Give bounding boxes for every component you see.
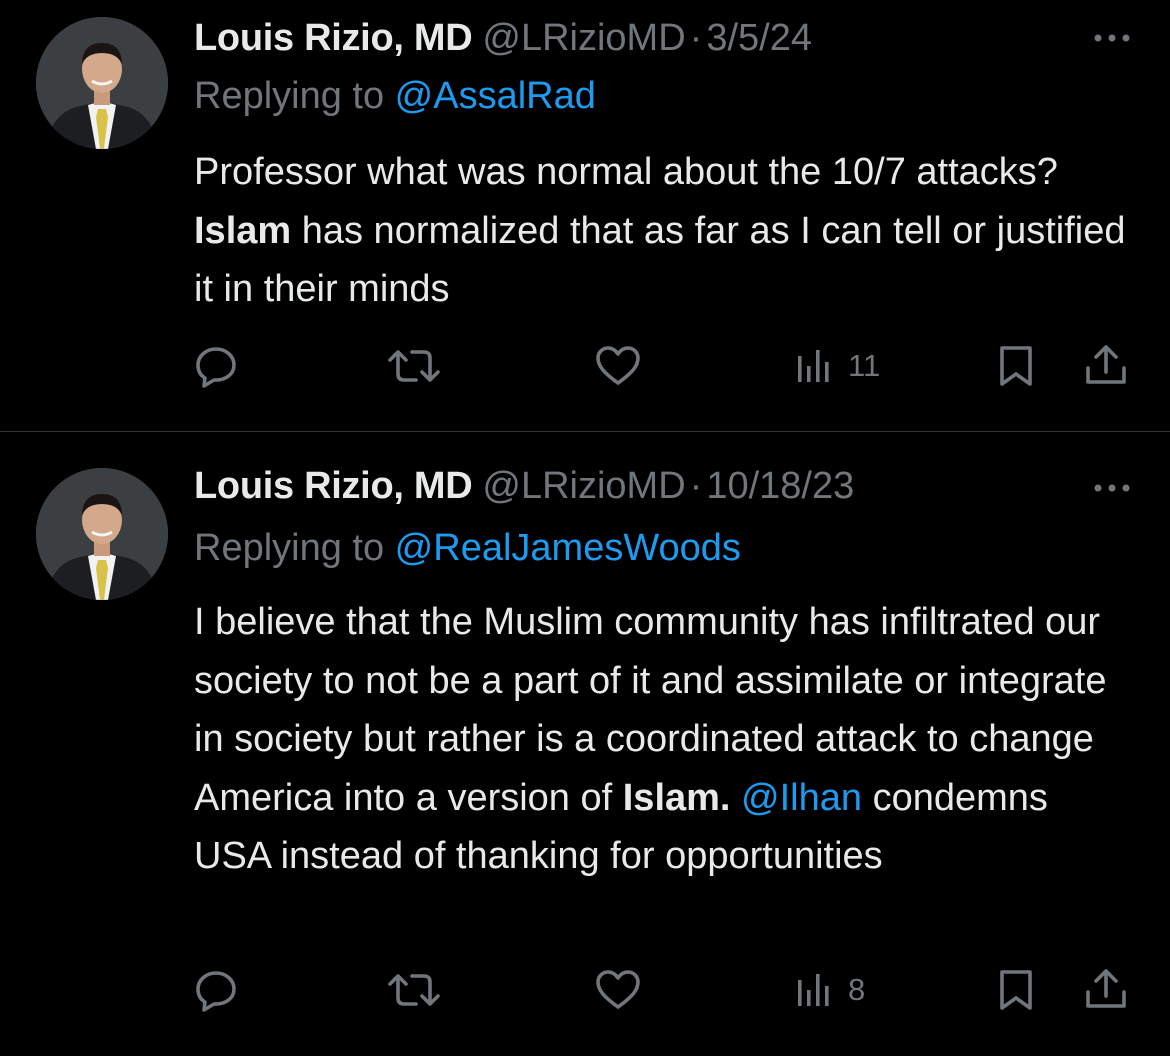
repost-icon [388, 974, 440, 1006]
views-button[interactable]: 8 [794, 962, 865, 1018]
views-count: 8 [848, 972, 866, 1007]
views-button[interactable]: 11 [794, 338, 880, 394]
avatar[interactable] [36, 17, 168, 149]
like-icon [596, 346, 640, 385]
views-count: 11 [848, 348, 881, 383]
avatar[interactable] [36, 468, 168, 600]
avatar-image [36, 468, 168, 600]
tweet-date[interactable]: 10/18/23 [706, 465, 854, 507]
replying-to: Replying to @RealJamesWoods [194, 526, 741, 570]
tweet-header: Louis Rizio, MD @LRizioMD · 10/18/23 [194, 464, 854, 508]
share-icon [1086, 345, 1126, 384]
tweet-text-bold: Islam. [622, 776, 731, 819]
tweet-text: I believe that the Muslim community has … [194, 593, 1134, 886]
like-icon [596, 970, 640, 1009]
tweet[interactable]: Louis Rizio, MD @LRizioMD · 10/18/23 Replyi… [0, 432, 1170, 1056]
reply-icon [196, 347, 236, 388]
author-name[interactable]: Louis Rizio, MD [194, 465, 473, 507]
bookmark-button[interactable] [994, 962, 1038, 1018]
like-button[interactable] [594, 962, 642, 1018]
replying-to-label: Replying to [194, 75, 395, 117]
avatar-image [36, 17, 168, 149]
views-icon [798, 350, 829, 382]
repost-button[interactable] [386, 338, 442, 394]
author-name[interactable]: Louis Rizio, MD [194, 17, 473, 59]
views-icon [798, 974, 829, 1006]
more-icon[interactable] [1090, 28, 1134, 48]
reply-button[interactable] [192, 338, 240, 394]
author-handle[interactable]: @LRizioMD [482, 17, 685, 59]
tweet-text-part [730, 777, 741, 819]
repost-button[interactable] [386, 962, 442, 1018]
bookmark-button[interactable] [994, 338, 1038, 394]
replying-to-handle[interactable]: @RealJamesWoods [395, 527, 741, 569]
replying-to: Replying to @AssalRad [194, 74, 596, 118]
bookmark-icon [1000, 970, 1032, 1010]
tweet-date[interactable]: 3/5/24 [706, 17, 812, 59]
reply-icon [196, 971, 236, 1012]
tweet-text-part: Professor what was normal about the 10/7… [194, 151, 1058, 193]
tweet[interactable]: Louis Rizio, MD @LRizioMD · 3/5/24 Replying… [0, 0, 1170, 431]
reply-button[interactable] [192, 962, 240, 1018]
tweet-text: Professor what was normal about the 10/7… [194, 143, 1134, 319]
tweet-text-part: has normalized that as far as I can tell… [194, 209, 1126, 311]
tweet-text-bold: Islam [194, 209, 292, 252]
mention-link[interactable]: @Ilhan [741, 777, 862, 819]
header-separator: · [689, 465, 703, 507]
share-icon [1086, 969, 1126, 1008]
replying-to-label: Replying to [194, 527, 395, 569]
header-separator: · [689, 17, 703, 59]
more-icon[interactable] [1090, 478, 1134, 498]
like-button[interactable] [594, 338, 642, 394]
repost-icon [388, 350, 440, 382]
replying-to-handle[interactable]: @AssalRad [395, 75, 596, 117]
author-handle[interactable]: @LRizioMD [482, 465, 685, 507]
action-bar: 8 [0, 962, 1170, 1018]
bookmark-icon [1000, 346, 1032, 386]
share-button[interactable] [1082, 962, 1130, 1018]
action-bar: 11 [0, 338, 1170, 394]
tweet-header: Louis Rizio, MD @LRizioMD · 3/5/24 [194, 16, 812, 60]
share-button[interactable] [1082, 338, 1130, 394]
